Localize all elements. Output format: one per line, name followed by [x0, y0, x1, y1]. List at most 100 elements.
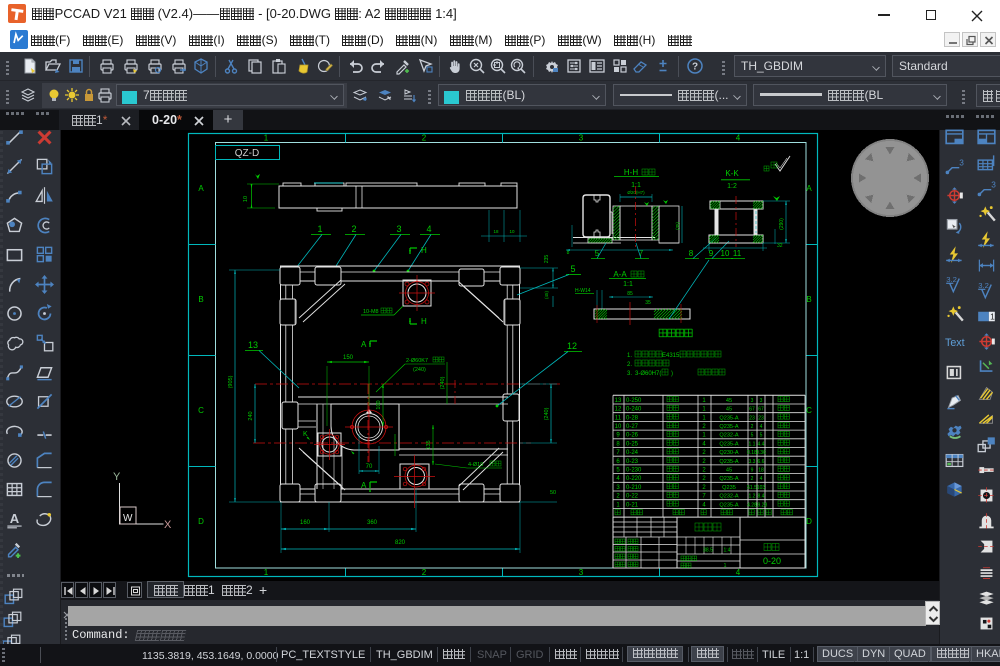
svg-text:A: A [361, 340, 367, 349]
svg-text:9: 9 [751, 468, 754, 474]
svg-text:2-Ø60K7: 2-Ø60K7 [406, 358, 428, 364]
svg-text:Q235-A: Q235-A [719, 502, 739, 508]
svg-text:C: C [198, 406, 204, 415]
svg-text:820: 820 [395, 540, 406, 546]
svg-text:8: 8 [616, 441, 620, 447]
svg-text:0-20: 0-20 [763, 556, 781, 566]
svg-text:0-240: 0-240 [626, 407, 642, 413]
svg-text:1.: 1. [627, 353, 632, 359]
svg-text:11: 11 [615, 415, 622, 421]
svg-text:67: 67 [749, 407, 755, 413]
svg-text:2: 2 [422, 134, 427, 143]
svg-text:Q235-A: Q235-A [719, 476, 739, 482]
svg-text:45: 45 [726, 407, 732, 413]
svg-text:Q235: Q235 [722, 485, 736, 491]
svg-text:1: 1 [702, 415, 706, 421]
svg-text:6.6: 6.6 [758, 459, 765, 465]
svg-text:5: 5 [751, 433, 754, 439]
svg-text:10: 10 [615, 424, 622, 430]
svg-text:Q230-A: Q230-A [719, 450, 739, 456]
svg-text:9: 9 [709, 249, 714, 258]
svg-text:Text: Text [945, 337, 965, 349]
svg-text:4: 4 [736, 134, 741, 143]
svg-text:3.3: 3.3 [749, 459, 756, 465]
svg-text:70: 70 [366, 464, 373, 470]
svg-text:(240): (240) [413, 367, 426, 373]
svg-text:18: 18 [493, 229, 499, 234]
svg-text:1: 1 [990, 311, 995, 321]
svg-text:2: 2 [702, 468, 706, 474]
svg-text:7: 7 [702, 494, 706, 500]
svg-text:2: 2 [351, 224, 356, 234]
svg-text:(45): (45) [544, 291, 549, 300]
svg-text:3: 3 [616, 485, 620, 491]
svg-text:160: 160 [300, 520, 311, 526]
svg-text:2: 2 [702, 459, 706, 465]
svg-text:2: 2 [702, 485, 706, 491]
svg-text:Q235-A: Q235-A [719, 424, 739, 430]
svg-text:(240): (240) [544, 407, 550, 420]
svg-text:8: 8 [567, 250, 570, 256]
svg-text:2: 2 [702, 450, 706, 456]
svg-text:3: 3 [959, 157, 964, 167]
svg-text:(240): (240) [440, 376, 446, 389]
svg-text:10: 10 [243, 196, 249, 202]
svg-text:A: A [10, 511, 20, 526]
svg-text:38.5: 38.5 [703, 548, 713, 554]
svg-text:H-W14: H-W14 [575, 288, 591, 294]
svg-text:C: C [806, 406, 812, 415]
svg-text:45: 45 [726, 468, 732, 474]
svg-text:100: 100 [376, 400, 382, 409]
svg-text:1:4: 1:4 [724, 548, 731, 554]
svg-text:3: 3 [751, 398, 754, 404]
svg-text:135: 135 [426, 440, 432, 449]
svg-text:0-28: 0-28 [626, 415, 639, 421]
svg-text:1: 1 [264, 568, 269, 577]
svg-text:50: 50 [550, 490, 556, 496]
svg-text:4: 4 [760, 476, 763, 482]
svg-text:2: 2 [702, 476, 706, 482]
svg-text:0-26: 0-26 [626, 433, 639, 439]
svg-text:4-Ø10: 4-Ø10 [468, 462, 483, 468]
svg-text:3.: 3. [627, 371, 632, 377]
svg-text:4: 4 [736, 568, 741, 577]
svg-text:8.4: 8.4 [758, 494, 765, 500]
svg-text:0-250: 0-250 [626, 398, 642, 404]
svg-text:D: D [198, 517, 204, 526]
svg-text:3: 3 [579, 134, 584, 143]
svg-text:1.1: 1.1 [749, 441, 756, 447]
svg-text:(905): (905) [228, 375, 234, 388]
svg-text:(290): (290) [779, 218, 785, 230]
svg-text:360: 360 [367, 520, 378, 526]
svg-text:2.: 2. [627, 362, 632, 368]
svg-text:0-21: 0-21 [626, 502, 639, 508]
svg-text:A-A: A-A [613, 270, 627, 279]
svg-text:0-25: 0-25 [626, 441, 639, 447]
svg-text:67: 67 [758, 407, 764, 413]
svg-text:85: 85 [627, 291, 633, 297]
svg-text:Q235-A: Q235-A [719, 459, 739, 465]
svg-text:(35): (35) [675, 222, 680, 231]
svg-text:1: 1 [264, 134, 269, 143]
svg-text:0-22: 0-22 [626, 494, 639, 500]
svg-text:19.28: 19.28 [755, 502, 768, 508]
svg-text:B: B [806, 295, 811, 304]
svg-text:3: 3 [396, 224, 401, 234]
svg-text:1: 1 [317, 224, 322, 234]
svg-text:QZ-D: QZ-D [235, 148, 259, 159]
svg-text:23: 23 [749, 415, 755, 421]
svg-text:A: A [806, 184, 812, 193]
svg-text:4: 4 [702, 441, 706, 447]
svg-text:W: W [123, 513, 133, 524]
svg-text:K: K [303, 431, 308, 438]
svg-text:0.36: 0.36 [756, 450, 766, 456]
svg-text:3-Ø60H7(: 3-Ø60H7( [635, 371, 661, 377]
svg-text:240: 240 [248, 411, 254, 420]
svg-text:1:2: 1:2 [727, 183, 737, 190]
svg-text:1: 1 [702, 398, 706, 404]
svg-text:23: 23 [758, 415, 764, 421]
svg-text:11: 11 [733, 249, 742, 258]
svg-text:1: 1 [702, 407, 706, 413]
svg-text:5: 5 [595, 249, 600, 258]
svg-text:1:1: 1:1 [623, 281, 633, 288]
